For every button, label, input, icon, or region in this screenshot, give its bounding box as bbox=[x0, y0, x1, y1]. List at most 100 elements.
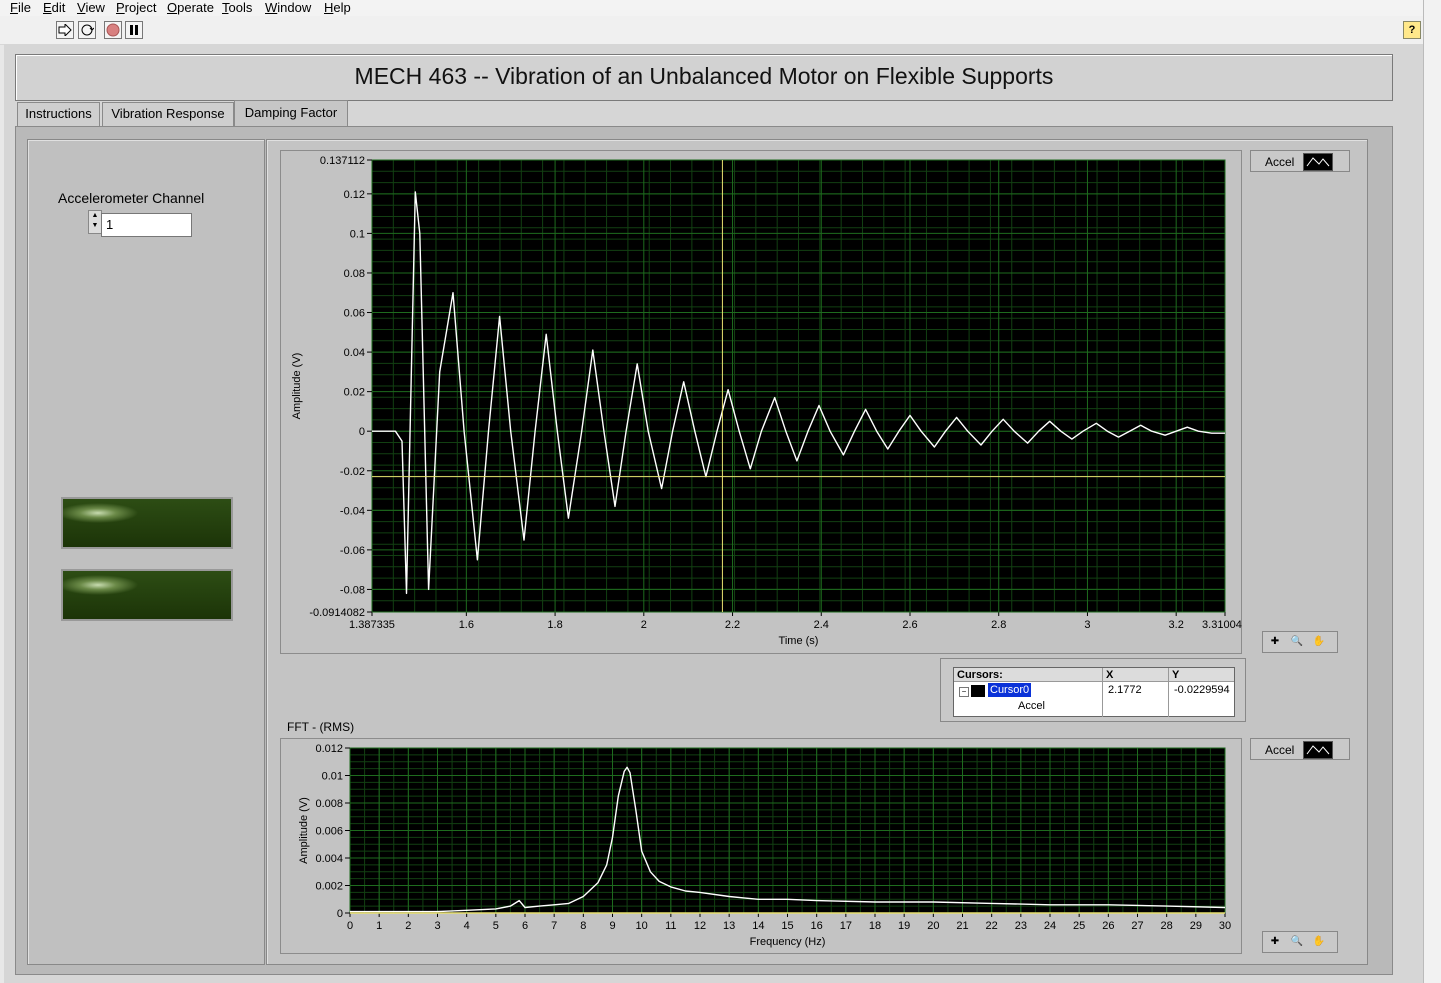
x-tick-label: 8 bbox=[580, 920, 586, 932]
y-tick-label: 0.006 bbox=[315, 826, 343, 838]
y-tick-label: 0.137112 bbox=[320, 155, 365, 167]
cursor-name[interactable]: Cursor0 bbox=[988, 683, 1032, 697]
menu-operate[interactable]: Operate bbox=[167, 0, 214, 15]
x-tick-label: 2 bbox=[641, 619, 647, 631]
x-tick-label: 1.387335 bbox=[349, 619, 395, 631]
x-tick-label: 6 bbox=[522, 920, 528, 932]
cursor-y-value[interactable]: -0.0229594 bbox=[1170, 683, 1230, 697]
channel-input[interactable]: 1 bbox=[101, 213, 192, 237]
x-tick-label: 1.6 bbox=[459, 619, 474, 631]
menu-view[interactable]: View bbox=[77, 0, 105, 15]
cursor-x-header: X bbox=[1102, 668, 1168, 682]
x-tick-label: 27 bbox=[1131, 920, 1143, 932]
cursor-x-value[interactable]: 2.1772 bbox=[1104, 683, 1142, 697]
x-tick-label: 4 bbox=[464, 920, 470, 932]
channel-increment-decrement[interactable]: ▲ ▼ bbox=[88, 210, 102, 234]
cursor-y-header: Y bbox=[1168, 668, 1234, 682]
fft-plot-legend[interactable]: Accel bbox=[1250, 738, 1350, 760]
menu-help[interactable]: Help bbox=[324, 0, 351, 15]
x-tick-label: 13 bbox=[723, 920, 735, 932]
x-tick-label: 19 bbox=[898, 920, 910, 932]
menu-file[interactable]: File bbox=[10, 0, 31, 15]
time-waveform-graph[interactable]: 1.387335 1.6 1.8 2 2.2 2.4 2.6 2.8 3 3.2 3.310042 0… bbox=[280, 150, 1242, 654]
y-tick-label: 0 bbox=[359, 426, 365, 438]
y-tick-label: 0.02 bbox=[344, 387, 365, 399]
title-banner: MECH 463 -- Vibration of an Unbalanced M… bbox=[15, 54, 1393, 101]
abort-button[interactable] bbox=[104, 21, 122, 39]
x-tick-label: 11 bbox=[665, 920, 676, 932]
column-divider bbox=[1168, 682, 1169, 717]
time-plot-legend[interactable]: Accel bbox=[1250, 150, 1350, 172]
pan-hand-icon[interactable]: ✋ bbox=[1311, 935, 1327, 949]
x-tick-label: 1.8 bbox=[547, 619, 562, 631]
x-tick-label: 20 bbox=[927, 920, 939, 932]
run-continuously-button[interactable] bbox=[78, 21, 96, 39]
x-tick-label: 25 bbox=[1073, 920, 1085, 932]
time-graph-palette[interactable]: ✚ 🔍 ✋ bbox=[1262, 631, 1338, 653]
x-tick-label: 3.310042 bbox=[1202, 619, 1242, 631]
x-tick-label: 26 bbox=[1102, 920, 1114, 932]
fft-graph-palette[interactable]: ✚ 🔍 ✋ bbox=[1262, 931, 1338, 953]
cursor-header: Cursors: bbox=[954, 668, 1102, 682]
x-tick-label: 3 bbox=[1084, 619, 1090, 631]
x-tick-label: 10 bbox=[636, 920, 648, 932]
zoom-icon[interactable]: 🔍 bbox=[1289, 635, 1305, 649]
cursor-table: Cursors: X Y − Cursor0 2.1772 -0.0229594… bbox=[953, 667, 1235, 717]
pause-button[interactable] bbox=[125, 21, 143, 39]
y-axis-title: Amplitude (V) bbox=[291, 353, 303, 420]
x-tick-label: 2 bbox=[405, 920, 411, 932]
x-tick-label: 16 bbox=[811, 920, 823, 932]
menu-edit[interactable]: Edit bbox=[43, 0, 65, 15]
cursor-legend: Cursors: X Y − Cursor0 2.1772 -0.0229594… bbox=[940, 658, 1246, 722]
zoom-icon[interactable]: 🔍 bbox=[1289, 935, 1305, 949]
y-tick-label: -0.08 bbox=[340, 584, 365, 596]
x-tick-label: 3.2 bbox=[1169, 619, 1184, 631]
y-tick-label: 0.12 bbox=[344, 189, 365, 201]
menu-tools[interactable]: Tools bbox=[222, 0, 252, 15]
fft-graph-label: FFT - (RMS) bbox=[287, 720, 355, 734]
y-axis-title: Amplitude (V) bbox=[298, 797, 310, 864]
tab-instructions[interactable]: Instructions bbox=[17, 102, 100, 126]
x-tick-label: 1 bbox=[376, 920, 382, 932]
x-tick-label: 23 bbox=[1015, 920, 1027, 932]
cursor-move-icon[interactable]: ✚ bbox=[1267, 935, 1283, 949]
y-tick-label: -0.02 bbox=[340, 466, 365, 478]
pause-icon bbox=[130, 25, 138, 35]
y-tick-label: -0.06 bbox=[340, 545, 365, 557]
x-tick-label: 21 bbox=[956, 920, 968, 932]
pan-hand-icon[interactable]: ✋ bbox=[1311, 635, 1327, 649]
y-tick-label: -0.04 bbox=[340, 505, 365, 517]
menu-window[interactable]: Window bbox=[265, 0, 311, 15]
channel-label: Accelerometer Channel bbox=[58, 190, 205, 206]
x-axis-title: Frequency (Hz) bbox=[750, 936, 826, 948]
tab-damping-factor[interactable]: Damping Factor bbox=[234, 100, 348, 128]
context-help-button[interactable]: ? bbox=[1403, 21, 1421, 39]
help-icon: ? bbox=[1408, 24, 1416, 36]
line-style-icon bbox=[1303, 741, 1333, 759]
x-tick-label: 14 bbox=[752, 920, 764, 932]
tab-vibration-response[interactable]: Vibration Response bbox=[102, 102, 234, 126]
collapse-icon[interactable]: − bbox=[959, 687, 969, 697]
run-arrow-icon bbox=[58, 24, 72, 36]
x-tick-label: 7 bbox=[551, 920, 557, 932]
y-tick-label: 0.04 bbox=[344, 347, 365, 359]
cursor-plot-name: Accel bbox=[1018, 700, 1045, 712]
column-divider bbox=[1102, 682, 1103, 717]
run-button[interactable] bbox=[56, 21, 74, 39]
y-tick-label: 0.008 bbox=[315, 798, 343, 810]
menu-project[interactable]: Project bbox=[116, 0, 156, 15]
x-tick-label: 2.8 bbox=[991, 619, 1006, 631]
x-tick-label: 0 bbox=[347, 920, 353, 932]
x-tick-label: 30 bbox=[1219, 920, 1231, 932]
y-tick-label: -0.0914082 bbox=[309, 607, 365, 619]
cursor-move-icon[interactable]: ✚ bbox=[1267, 635, 1283, 649]
y-tick-label: 0.002 bbox=[315, 881, 343, 893]
x-tick-label: 2.6 bbox=[902, 619, 917, 631]
fft-graph[interactable]: 0 1 2 3 4 5 6 7 8 9 10 11 12 13 14 15 16 17 18 19 20 21 22 23 24… bbox=[280, 738, 1242, 954]
time-legend-label: Accel bbox=[1265, 155, 1295, 169]
y-tick-label: 0.004 bbox=[315, 853, 343, 865]
indicator-led-2 bbox=[61, 569, 233, 621]
x-tick-label: 12 bbox=[694, 920, 706, 932]
window-edge-strip bbox=[1423, 0, 1441, 983]
menu-bar: File Edit View Project Operate Tools Window Hel… bbox=[0, 0, 1441, 16]
